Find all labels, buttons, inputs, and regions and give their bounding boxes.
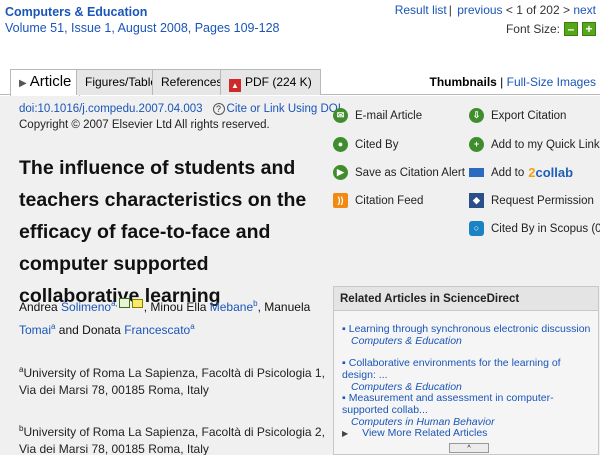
cited-by-icon: ● bbox=[333, 137, 348, 152]
font-size-label: Font Size: bbox=[505, 22, 560, 36]
quick-links-icon: + bbox=[469, 137, 484, 152]
permission-icon: ◆ bbox=[469, 193, 484, 208]
2collab-logo: 2collab bbox=[528, 165, 574, 180]
citation-feed-button[interactable]: )) Citation Feed bbox=[333, 193, 423, 208]
scopus-icon: ○ bbox=[469, 221, 484, 236]
author-link-francescato[interactable]: Francescato bbox=[124, 323, 190, 337]
email-article-button[interactable]: ✉ E-mail Article bbox=[333, 108, 422, 123]
save-citation-alert-button[interactable]: ▶ Save as Citation Alert bbox=[333, 165, 465, 180]
header: Computers & Education Volume 51, Issue 1… bbox=[0, 0, 600, 66]
tab-pdf[interactable]: ▲ PDF (224 K) bbox=[220, 69, 321, 95]
email-icon: ✉ bbox=[333, 108, 348, 123]
doi-line: doi:10.1016/j.compedu.2007.04.003? Cite o… bbox=[19, 103, 341, 115]
affiliation-b: bUniversity of Roma La Sapienza, Facoltà… bbox=[19, 424, 325, 455]
result-list-link[interactable]: Result list bbox=[395, 3, 447, 17]
rss-icon: )) bbox=[333, 193, 348, 208]
alert-icon: ▶ bbox=[333, 165, 348, 180]
font-increase-button[interactable]: + bbox=[582, 22, 596, 36]
next-link[interactable]: next bbox=[573, 3, 596, 17]
cited-by-scopus-button[interactable]: ○ Cited By in Scopus (0) bbox=[469, 221, 600, 236]
cited-by-button[interactable]: ● Cited By bbox=[333, 137, 398, 152]
export-icon: ⇩ bbox=[469, 108, 484, 123]
copyright: Copyright © 2007 Elsevier Ltd All rights… bbox=[19, 119, 270, 131]
full-size-images-link[interactable]: Full-Size Images bbox=[507, 75, 596, 89]
affiliation-a: aUniversity of Roma La Sapienza, Facoltà… bbox=[19, 365, 325, 397]
request-permission-button[interactable]: ◆ Request Permission bbox=[469, 193, 594, 208]
cite-link[interactable]: Cite or Link Using DOI bbox=[227, 103, 341, 115]
quick-links-button[interactable]: + Add to my Quick Links bbox=[469, 137, 600, 152]
volume-info[interactable]: Volume 51, Issue 1, August 2008, Pages 1… bbox=[5, 21, 280, 35]
thumbnails-label[interactable]: Thumbnails bbox=[429, 75, 496, 89]
journal-title-link[interactable]: Computers & Education bbox=[5, 5, 147, 19]
collab-icon bbox=[469, 168, 484, 177]
result-position: < 1 of 202 > bbox=[505, 3, 570, 17]
author-list: Andrea Solimenoa,, Minou Ella Mebaneb, M… bbox=[19, 298, 311, 337]
font-size-control: Font Size: – + bbox=[506, 22, 596, 36]
related-articles-heading: Related Articles in ScienceDirect bbox=[334, 287, 598, 311]
corresponding-author-icon[interactable] bbox=[118, 298, 130, 308]
expand-arrow-icon: ▶ bbox=[342, 429, 349, 438]
author-link-tomai[interactable]: Tomai bbox=[19, 323, 51, 337]
email-author-icon[interactable] bbox=[131, 299, 143, 308]
tab-bar: ▶ Article Figures/Tables References ▲ PDF … bbox=[0, 67, 600, 96]
related-article-item[interactable]: ▪ Measurement and assessment in computer-… bbox=[342, 392, 596, 428]
related-articles-panel: Related Articles in ScienceDirect ▪ Learn… bbox=[333, 286, 599, 455]
add-to-2collab-button[interactable]: Add to 2collab bbox=[469, 165, 573, 180]
related-article-item[interactable]: ▪ Learning through synchronous electronic… bbox=[342, 323, 596, 347]
doi-link[interactable]: doi:10.1016/j.compedu.2007.04.003 bbox=[19, 103, 203, 115]
author-link-mebane[interactable]: Mebane bbox=[210, 300, 253, 314]
collapse-button[interactable]: ^ bbox=[449, 443, 489, 453]
image-view-options: Thumbnails | Full-Size Images bbox=[429, 75, 596, 89]
related-article-item[interactable]: ▪ Collaborative environments for the lear… bbox=[342, 357, 596, 393]
help-icon[interactable]: ? bbox=[212, 103, 225, 115]
previous-link[interactable]: previous bbox=[457, 3, 502, 17]
view-more-related-link[interactable]: ▶ View More Related Articles bbox=[342, 427, 487, 439]
result-navigation: Result list | previous < 1 of 202 > next bbox=[394, 3, 596, 17]
author-link-solimeno[interactable]: Solimeno bbox=[61, 300, 111, 314]
article-title: The influence of students and teachers c… bbox=[19, 157, 307, 307]
font-decrease-button[interactable]: – bbox=[564, 22, 578, 36]
pdf-icon: ▲ bbox=[229, 79, 241, 92]
export-citation-button[interactable]: ⇩ Export Citation bbox=[469, 108, 566, 123]
tab-arrow-icon: ▶ bbox=[19, 78, 27, 89]
tab-article[interactable]: ▶ Article bbox=[10, 69, 81, 96]
